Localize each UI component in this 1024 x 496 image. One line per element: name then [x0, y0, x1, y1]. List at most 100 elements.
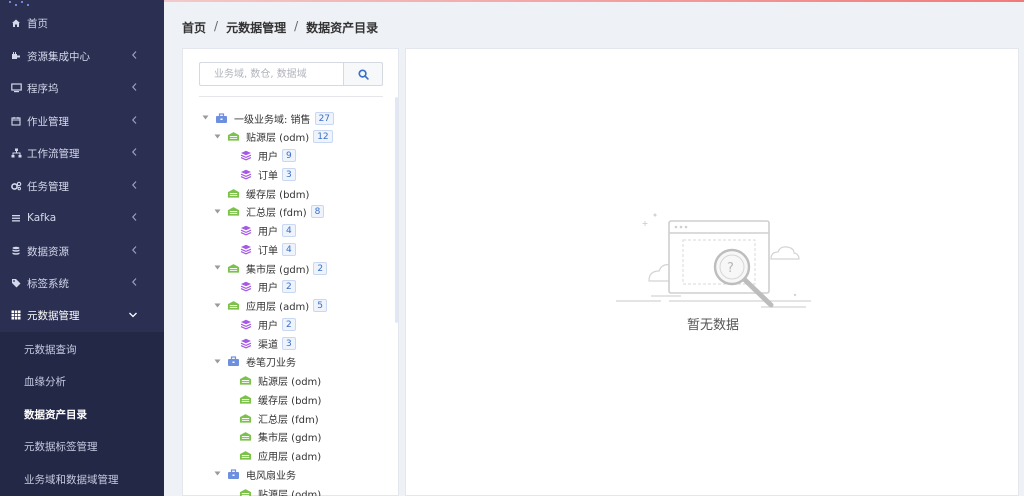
divider [199, 96, 383, 97]
calendar-icon [10, 115, 22, 127]
tree-node[interactable]: 用户 4 [239, 222, 296, 240]
tree-node[interactable]: 电风扇业务 [213, 465, 296, 483]
submenu-item-0[interactable]: 元数据查询 [0, 333, 164, 365]
tree-node-label: 卷笔刀业务 [246, 358, 296, 370]
chevron-left-icon [131, 180, 138, 193]
chevron-left-icon [131, 245, 138, 258]
sitemap-icon [10, 147, 22, 159]
warehouse-icon [227, 188, 240, 199]
layers-icon [239, 169, 252, 180]
submenu-item-3[interactable]: 元数据标签管理 [0, 431, 164, 463]
search-input[interactable] [199, 62, 344, 86]
tree-node-label: 贴源层 (odm) [258, 489, 322, 496]
sidebar-item-2[interactable]: 程序坞 [0, 72, 164, 104]
tree-node[interactable]: 集市层 (gdm) [239, 428, 321, 446]
sidebar-item-label: 程序坞 [27, 82, 59, 95]
sidebar-item-label: 工作流管理 [27, 147, 80, 160]
briefcase-icon [227, 356, 240, 367]
warehouse-icon [239, 488, 252, 496]
sidebar-item-label: 资源集成中心 [27, 50, 90, 63]
tree-node[interactable]: 订单 4 [239, 240, 296, 258]
tree-node[interactable]: 应用层 (adm) [239, 447, 321, 465]
caret-down-icon[interactable] [213, 264, 221, 272]
tree-node-label: 缓存层 (bdm) [258, 395, 322, 407]
sidebar-item-0[interactable]: 首页 [0, 7, 164, 39]
layers-icon [239, 338, 252, 349]
sidebar-item-5[interactable]: 任务管理 [0, 170, 164, 202]
count-badge: 2 [313, 261, 328, 275]
tree-node[interactable]: 集市层 (gdm) 2 [213, 259, 328, 277]
tree-node[interactable]: 缓存层 (bdm) [239, 390, 321, 408]
tree-node[interactable]: 贴源层 (odm) [239, 372, 321, 390]
tree-node-label: 应用层 (adm) [246, 302, 310, 313]
caret-down-icon[interactable] [213, 302, 221, 310]
submenu-item-2[interactable]: 数据资产目录 [0, 398, 164, 430]
submenu-item-4[interactable]: 业务域和数据域管理 [0, 463, 164, 495]
sidebar-item-label: 任务管理 [27, 180, 69, 193]
chevron-down-icon [128, 309, 138, 322]
scrollbar[interactable] [395, 97, 398, 323]
tree-node[interactable]: 用户 9 [239, 147, 296, 165]
count-badge: 2 [282, 280, 296, 294]
breadcrumb-home[interactable]: 首页 [182, 19, 206, 36]
warehouse-icon [227, 131, 240, 142]
tree-node[interactable]: 订单 3 [239, 165, 296, 183]
monitor-icon [10, 82, 22, 94]
tree-panel: 一级业务域: 销售27贴源层 (odm)12用户9订单3缓存层 (bdm)汇总层… [182, 48, 399, 496]
sidebar-item-3[interactable]: 作业管理 [0, 105, 164, 137]
layers-icon [239, 244, 252, 255]
empty-illustration-icon: ? [616, 213, 811, 308]
tree-node[interactable]: 贴源层 (odm) [239, 484, 321, 496]
tree-node-label: 一级业务域: 销售 [234, 114, 311, 126]
caret-down-icon[interactable] [213, 208, 221, 216]
tree-node[interactable]: 应用层 (adm) 5 [213, 297, 327, 315]
sidebar-item-9[interactable]: 元数据管理 [0, 299, 164, 331]
tree-node[interactable]: 用户 2 [239, 278, 296, 296]
breadcrumb-current: 数据资产目录 [306, 21, 379, 35]
tree-node[interactable]: 卷笔刀业务 [213, 353, 296, 371]
plug-icon [10, 50, 22, 62]
chevron-left-icon [131, 147, 138, 160]
breadcrumb-metadata[interactable]: 元数据管理 [226, 19, 286, 36]
breadcrumb-separator: / [294, 19, 299, 33]
sidebar-item-6[interactable]: Kafka [0, 202, 164, 234]
caret-down-icon[interactable] [213, 358, 221, 366]
sidebar-item-4[interactable]: 工作流管理 [0, 137, 164, 169]
tree-node-label: 用户 [258, 227, 278, 238]
submenu-item-1[interactable]: 血缘分析 [0, 366, 164, 398]
tree-node[interactable]: 一级业务域: 销售 27 [201, 109, 335, 127]
tag-icon [10, 277, 22, 289]
chevron-left-icon [131, 212, 138, 225]
caret-down-icon[interactable] [213, 133, 221, 141]
count-badge: 4 [282, 224, 296, 237]
caret-down-icon[interactable] [201, 114, 209, 122]
empty-text: 暂无数据 [686, 318, 739, 333]
layers-icon [239, 225, 252, 236]
tree-node-label: 渠道 [258, 339, 278, 351]
count-badge: 3 [282, 336, 296, 350]
caret-down-icon[interactable] [213, 470, 221, 478]
database-icon [10, 245, 22, 257]
warehouse-icon [227, 206, 240, 217]
warehouse-icon [239, 394, 252, 405]
search-button[interactable] [343, 62, 383, 86]
sidebar-item-7[interactable]: 数据资源 [0, 235, 164, 267]
tree-node[interactable]: 渠道 3 [239, 334, 296, 352]
warehouse-icon [227, 300, 240, 311]
tree-node[interactable]: 汇总层 (fdm) [239, 409, 319, 427]
count-badge: 12 [313, 130, 333, 144]
tree-node[interactable]: 贴源层 (odm) 12 [213, 128, 333, 146]
sidebar-item-1[interactable]: 资源集成中心 [0, 40, 164, 72]
breadcrumb: 首页 / 元数据管理 / 数据资产目录 [182, 19, 378, 36]
sidebar-item-8[interactable]: 标签系统 [0, 267, 164, 299]
briefcase-icon [215, 112, 228, 124]
sidebar-item-label: 首页 [27, 17, 48, 30]
count-badge: 9 [282, 149, 296, 162]
submenu-metadata: 元数据查询 血缘分析 数据资产目录 元数据标签管理 业务域和数据域管理 [0, 332, 164, 496]
tree-node-label: 贴源层 (odm) [246, 133, 310, 145]
warehouse-icon [239, 413, 252, 424]
sidebar-item-label: 作业管理 [27, 115, 69, 128]
tree-node[interactable]: 缓存层 (bdm) [227, 184, 309, 202]
tree-node[interactable]: 汇总层 (fdm) 8 [213, 203, 325, 221]
tree-node[interactable]: 用户 2 [239, 315, 296, 333]
